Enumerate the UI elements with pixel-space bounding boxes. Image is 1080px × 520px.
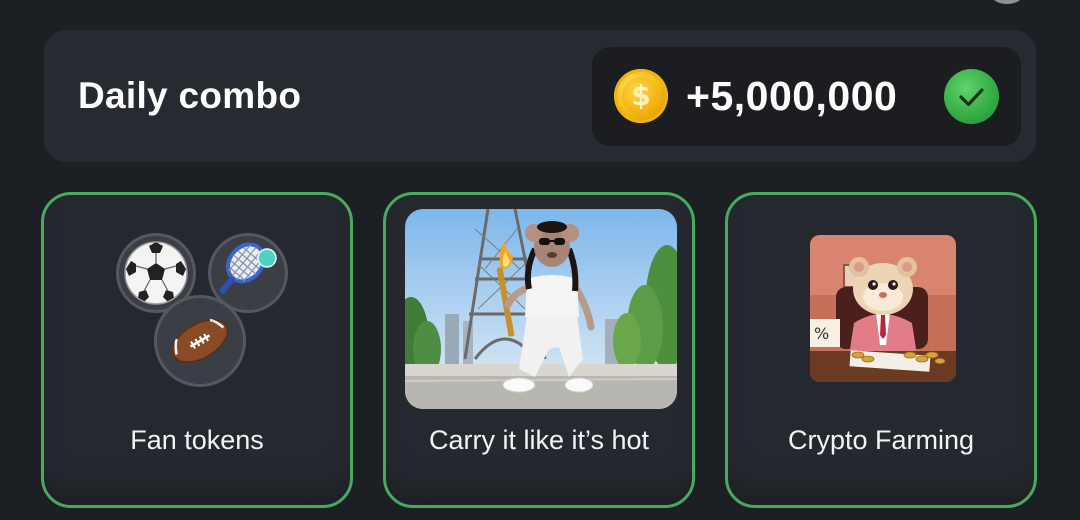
american-football-icon <box>154 295 246 387</box>
hamster-banker-image: % <box>810 235 956 382</box>
avatar[interactable] <box>986 0 1028 4</box>
daily-combo-panel: Daily combo $ +5,000,000 <box>44 30 1036 162</box>
combo-card-carry-it-like-its-hot[interactable]: Carry it like it’s hot <box>383 192 695 508</box>
check-icon <box>944 69 999 124</box>
daily-combo-title: Daily combo <box>78 75 302 116</box>
svg-text:%: % <box>814 324 829 343</box>
combo-card-crypto-farming[interactable]: % Crypto Farming <box>725 192 1037 508</box>
combo-card-fan-tokens[interactable]: Fan tokens <box>41 192 353 508</box>
card-label: Carry it like it’s hot <box>428 425 650 455</box>
daily-combo-screen: Daily combo $ +5,000,000 Fan tokens Carr… <box>0 0 1080 520</box>
reward-amount: +5,000,000 <box>686 73 898 119</box>
combo-reward: $ +5,000,000 <box>592 47 1021 146</box>
torch-mouse-paris-image <box>405 209 677 409</box>
card-label: Fan tokens <box>130 425 264 455</box>
coin-icon: $ <box>614 69 668 123</box>
coin-symbol: $ <box>622 77 660 115</box>
card-label: Crypto Farming <box>787 425 975 455</box>
